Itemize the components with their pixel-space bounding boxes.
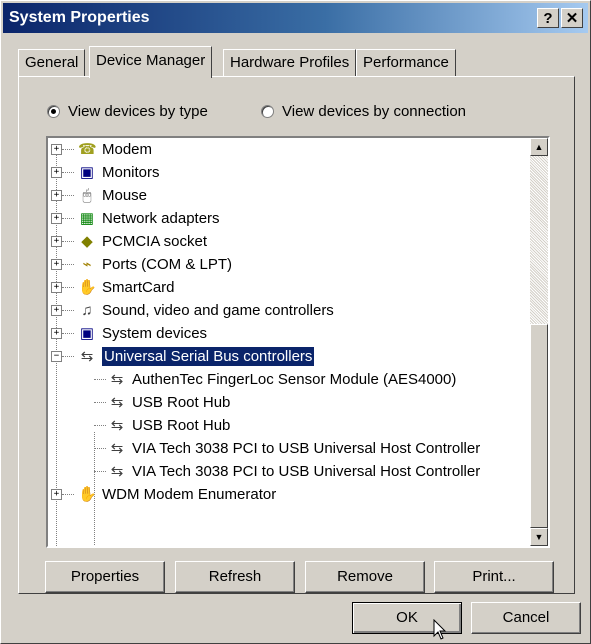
tree-item-label: VIA Tech 3038 PCI to USB Universal Host … [132,440,481,457]
tree-item-label: Sound, video and game controllers [102,302,334,319]
tree-item-label: Network adapters [102,210,220,227]
refresh-button[interactable]: Refresh [175,561,295,593]
usb-icon: ⇆ [110,370,124,388]
usb-icon: ⇆ [110,416,124,434]
sound-icon: ♫ [81,301,93,319]
tree-item-usb-child[interactable]: ⇆ VIA Tech 3038 PCI to USB Universal Hos… [48,437,480,460]
expand-icon[interactable]: + [51,328,62,339]
tree-item-usb-controllers[interactable]: − ⇆ Universal Serial Bus controllers [48,345,316,368]
usb-icon: ⇆ [110,439,124,457]
title-bar[interactable]: System Properties ? ✕ [3,3,588,33]
help-button[interactable]: ? [537,8,559,28]
monitor-icon: ▣ [79,163,95,181]
pcmcia-icon: ◆ [81,232,93,250]
tree-item-mouse[interactable]: + 🖱 Mouse [48,184,147,207]
cancel-button[interactable]: Cancel [471,602,581,634]
tree-item-label: USB Root Hub [132,394,231,411]
tree-item-label: Ports (COM & LPT) [102,256,233,273]
tree-item-label: Universal Serial Bus controllers [100,346,316,367]
usb-icon: ⇆ [110,393,124,411]
expand-icon[interactable]: + [51,167,62,178]
tab-general[interactable]: General [18,49,86,76]
tab-performance[interactable]: Performance [356,49,456,76]
tree-item-smartcard[interactable]: + ✋ SmartCard [48,276,175,299]
expand-icon[interactable]: + [51,213,62,224]
tree-item-pcmcia-socket[interactable]: + ◆ PCMCIA socket [48,230,207,253]
expand-icon[interactable]: + [51,489,62,500]
tree-item-label: WDM Modem Enumerator [102,486,277,503]
tree-item-ports[interactable]: + ⌁ Ports (COM & LPT) [48,253,232,276]
usb-icon: ⇆ [80,347,94,365]
tree-item-label: Monitors [102,164,160,181]
device-tree[interactable]: + ☎ Modem + ▣ Monitors + 🖱 Mouse + ▦ Net… [46,136,550,548]
tab-device-manager[interactable]: Device Manager [89,46,213,78]
smartcard-icon: ✋ [78,278,97,296]
tree-item-label: SmartCard [102,279,175,296]
tree-item-label: Mouse [102,187,148,204]
properties-button[interactable]: Properties [45,561,165,593]
tree-item-modem[interactable]: + ☎ Modem [48,138,152,161]
remove-button[interactable]: Remove [305,561,425,593]
tree-item-label: USB Root Hub [132,417,231,434]
tree-item-usb-child[interactable]: ⇆ USB Root Hub [48,391,230,414]
view-by-type-radio[interactable] [47,105,60,118]
computer-icon: ▣ [79,324,95,342]
tree-item-usb-child[interactable]: ⇆ USB Root Hub [48,414,230,437]
scroll-up-arrow-icon[interactable]: ▲ [530,138,548,156]
network-adapter-icon: ▦ [79,209,95,227]
tree-item-sound-video[interactable]: + ♫ Sound, video and game controllers [48,299,334,322]
tab-hardware-profiles[interactable]: Hardware Profiles [223,49,357,76]
scroll-down-arrow-icon[interactable]: ▼ [530,528,548,546]
view-by-type-label: View devices by type [68,103,208,120]
view-by-type-option[interactable]: View devices by type [47,103,208,120]
tree-item-label: PCMCIA socket [102,233,208,250]
window-title: System Properties [9,9,150,26]
expand-icon[interactable]: + [51,259,62,270]
tree-item-label: System devices [102,325,208,342]
mouse-icon: 🖱 [82,186,92,204]
expand-icon[interactable]: + [51,282,62,293]
expand-icon[interactable]: + [51,144,62,155]
print-button[interactable]: Print... [434,561,554,593]
tree-item-usb-child[interactable]: ⇆ VIA Tech 3038 PCI to USB Universal Hos… [48,460,480,483]
smartcard-icon: ✋ [78,485,97,503]
vertical-scrollbar[interactable]: ▲ ▼ [530,138,548,546]
tree-item-network-adapters[interactable]: + ▦ Network adapters [48,207,220,230]
tree-item-label: Modem [102,141,153,158]
scroll-thumb[interactable] [530,324,548,528]
port-icon: ⌁ [82,255,92,273]
tree-item-usb-child[interactable]: ⇆ AuthenTec FingerLoc Sensor Module (AES… [48,368,456,391]
usb-icon: ⇆ [110,462,124,480]
tree-item-label: VIA Tech 3038 PCI to USB Universal Host … [132,463,481,480]
expand-icon[interactable]: + [51,305,62,316]
tree-item-system-devices[interactable]: + ▣ System devices [48,322,207,345]
expand-icon[interactable]: + [51,190,62,201]
tree-item-wdm-modem[interactable]: + ✋ WDM Modem Enumerator [48,483,276,506]
tree-item-label: AuthenTec FingerLoc Sensor Module (AES40… [132,371,457,388]
view-by-connection-radio[interactable] [261,105,274,118]
view-by-connection-label: View devices by connection [282,103,466,120]
system-properties-window: System Properties ? ✕ General Device Man… [0,0,591,644]
collapse-icon[interactable]: − [51,351,62,362]
modem-icon: ☎ [78,140,97,158]
mouse-pointer-icon [433,619,447,640]
view-by-connection-option[interactable]: View devices by connection [261,103,466,120]
close-button[interactable]: ✕ [561,8,583,28]
device-manager-panel: View devices by type View devices by con… [18,76,575,594]
tree-item-monitors[interactable]: + ▣ Monitors [48,161,160,184]
expand-icon[interactable]: + [51,236,62,247]
